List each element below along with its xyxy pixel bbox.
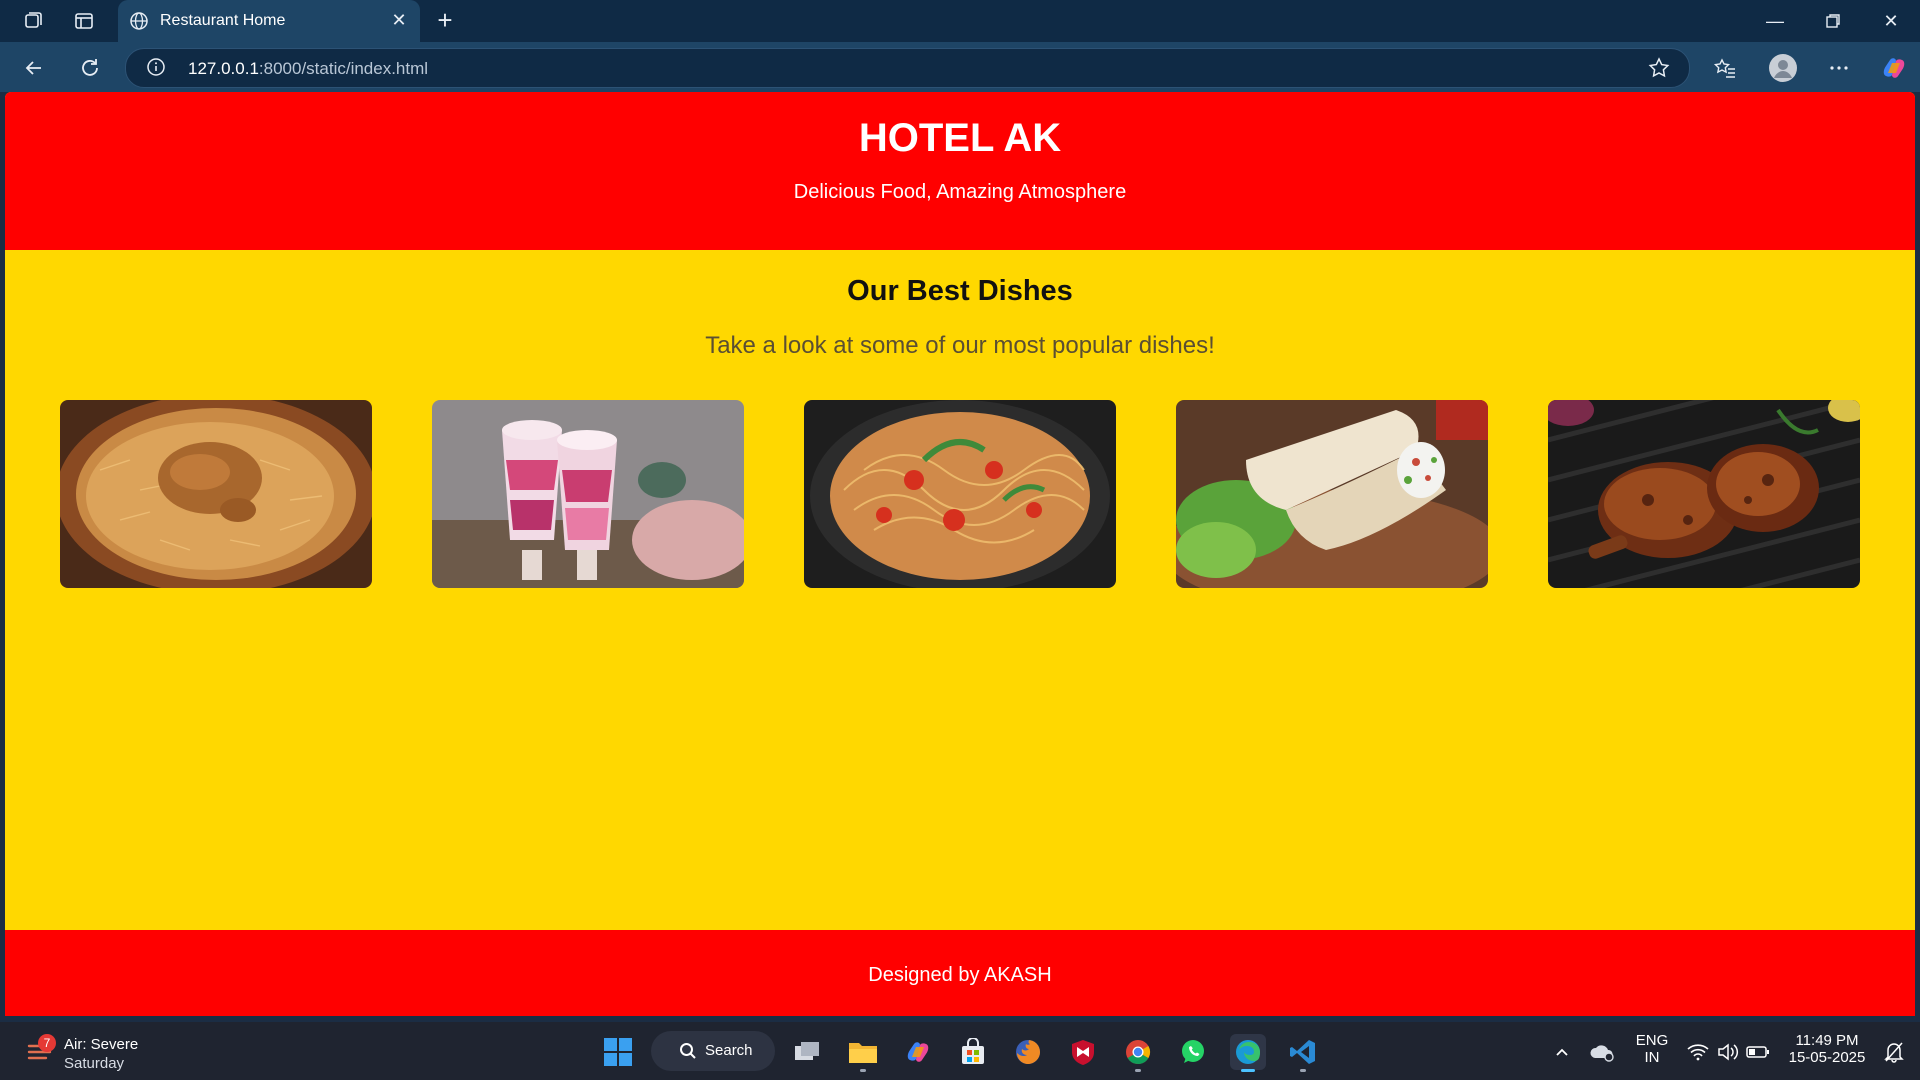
windows-taskbar: 7 Air: Severe Saturday Search ENG IN 11:…	[0, 1022, 1920, 1080]
footer-credit: Designed by AKASH	[868, 964, 1052, 986]
chrome-icon[interactable]	[1120, 1034, 1156, 1072]
weather-line-2: Saturday	[64, 1055, 125, 1072]
whatsapp-icon[interactable]	[1175, 1034, 1211, 1070]
taskbar-search[interactable]: Search	[651, 1031, 775, 1071]
show-hidden-icons-chevron-icon[interactable]	[1544, 1034, 1580, 1070]
close-window-button[interactable]: ✕	[1871, 8, 1911, 34]
minimize-button[interactable]: —	[1755, 8, 1795, 34]
workspaces-icon[interactable]	[20, 9, 46, 33]
search-label: Search	[705, 1042, 753, 1059]
favorite-star-icon[interactable]	[1647, 56, 1671, 80]
clock[interactable]: 11:49 PM 15-05-2025	[1780, 1032, 1874, 1066]
weather-badge: 7	[38, 1034, 56, 1052]
globe-icon	[128, 10, 150, 32]
weather-line-1: Air: Severe	[64, 1036, 139, 1053]
copilot-app-icon[interactable]	[900, 1034, 936, 1070]
copilot-icon[interactable]	[1878, 52, 1910, 84]
mcafee-icon[interactable]	[1065, 1034, 1101, 1070]
tab-title: Restaurant Home	[160, 12, 286, 29]
refresh-button[interactable]	[74, 52, 106, 84]
task-view-icon[interactable]	[789, 1034, 825, 1070]
more-menu-icon[interactable]	[1823, 52, 1855, 84]
firefox-icon[interactable]	[1010, 1034, 1046, 1070]
notifications-bell-icon[interactable]	[1876, 1034, 1912, 1070]
battery-icon[interactable]	[1740, 1034, 1776, 1070]
new-tab-button[interactable]: +	[432, 7, 458, 34]
url-text[interactable]: 127.0.0.1:8000/static/index.html	[188, 59, 428, 79]
favorites-icon[interactable]	[1709, 52, 1741, 84]
noodles-image	[804, 400, 1116, 588]
edge-icon[interactable]	[1230, 1034, 1266, 1072]
start-button[interactable]	[600, 1034, 636, 1070]
wrap-image	[1176, 400, 1488, 588]
profile-avatar-icon[interactable]	[1767, 52, 1799, 84]
address-bar[interactable]: 127.0.0.1:8000/static/index.html	[125, 48, 1690, 88]
dishes-subheading: Take a look at some of our most popular …	[705, 332, 1215, 359]
language-indicator[interactable]: ENG IN	[1630, 1032, 1674, 1066]
falooda-image	[432, 400, 744, 588]
weather-widget[interactable]: 7 Air: Severe Saturday	[24, 1030, 164, 1074]
biryani-image	[60, 400, 372, 588]
tab-actions-icon[interactable]	[71, 9, 97, 33]
dishes-heading: Our Best Dishes	[847, 275, 1073, 307]
file-explorer-icon[interactable]	[845, 1034, 881, 1072]
back-button[interactable]	[18, 52, 50, 84]
site-title: HOTEL AK	[858, 116, 1062, 160]
tab-restaurant-home[interactable]: Restaurant Home ✕	[118, 0, 420, 42]
site-tagline: Delicious Food, Amazing Atmosphere	[793, 181, 1127, 203]
search-icon	[679, 1042, 697, 1060]
site-info-icon[interactable]	[146, 57, 166, 77]
restore-button[interactable]	[1813, 8, 1853, 34]
browser-titlebar: Restaurant Home ✕ + — ✕	[0, 0, 1920, 42]
grilled-chicken-image	[1548, 400, 1860, 588]
page-footer: Designed by AKASH	[5, 930, 1915, 1016]
vscode-icon[interactable]	[1285, 1034, 1321, 1072]
close-tab-icon[interactable]: ✕	[388, 9, 410, 31]
browser-toolbar: 127.0.0.1:8000/static/index.html	[0, 42, 1920, 92]
onedrive-icon[interactable]	[1584, 1034, 1620, 1070]
page-viewport: HOTEL AK Delicious Food, Amazing Atmosph…	[5, 92, 1915, 1016]
page-header: HOTEL AK Delicious Food, Amazing Atmosph…	[5, 92, 1915, 250]
microsoft-store-icon[interactable]	[955, 1034, 991, 1070]
